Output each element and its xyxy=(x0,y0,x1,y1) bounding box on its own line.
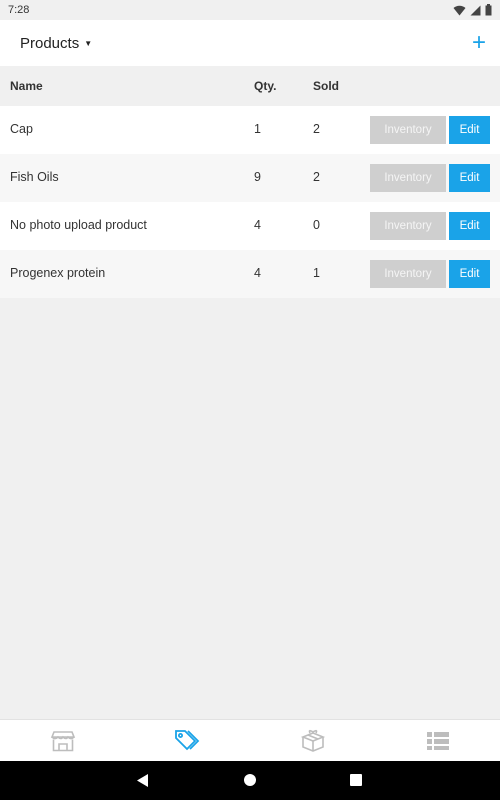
home-button[interactable] xyxy=(243,773,257,787)
inventory-button[interactable]: Inventory xyxy=(370,116,446,144)
inventory-button[interactable]: Inventory xyxy=(370,164,446,192)
product-name: Cap xyxy=(10,122,33,136)
product-sold: 0 xyxy=(313,218,320,232)
column-header-qty: Qty. xyxy=(254,79,277,93)
gift-box-icon xyxy=(300,729,325,752)
product-sold: 2 xyxy=(313,122,320,136)
edit-button[interactable]: Edit xyxy=(449,260,490,288)
product-name: Progenex protein xyxy=(10,266,106,280)
wifi-icon xyxy=(453,5,466,15)
table-row: Cap 1 2 Inventory Edit xyxy=(0,106,500,154)
table-row: Progenex protein 4 1 Inventory Edit xyxy=(0,250,500,298)
home-circle-icon xyxy=(244,774,256,786)
app-bar: Products ▼ + xyxy=(0,20,500,66)
product-sold: 1 xyxy=(313,266,320,280)
battery-icon xyxy=(485,4,492,16)
product-list: Cap 1 2 Inventory Edit Fish Oils 9 2 Inv… xyxy=(0,106,500,298)
column-header-name: Name xyxy=(10,79,43,93)
product-name: Fish Oils xyxy=(10,170,59,184)
recents-square-icon xyxy=(350,774,362,786)
edit-button[interactable]: Edit xyxy=(449,116,490,144)
recents-button[interactable] xyxy=(350,774,362,786)
store-icon xyxy=(50,730,75,751)
table-header: Name Qty. Sold xyxy=(0,66,500,106)
nav-list[interactable] xyxy=(375,720,500,761)
inventory-button[interactable]: Inventory xyxy=(370,212,446,240)
table-row: Fish Oils 9 2 Inventory Edit xyxy=(0,154,500,202)
back-button[interactable] xyxy=(136,773,150,788)
edit-button[interactable]: Edit xyxy=(449,212,490,240)
page-title: Products xyxy=(20,34,80,52)
product-qty: 4 xyxy=(254,266,261,280)
add-product-button[interactable]: + xyxy=(472,31,486,55)
list-icon xyxy=(426,731,449,750)
product-qty: 4 xyxy=(254,218,261,232)
bottom-navigation xyxy=(0,719,500,761)
back-triangle-icon xyxy=(137,774,148,787)
edit-button[interactable]: Edit xyxy=(449,164,490,192)
inventory-button[interactable]: Inventory xyxy=(370,260,446,288)
product-sold: 2 xyxy=(313,170,320,184)
signal-icon xyxy=(470,5,481,15)
status-bar: 7:28 xyxy=(0,0,500,20)
nav-products[interactable] xyxy=(125,720,250,761)
product-qty: 1 xyxy=(254,122,261,136)
nav-gifts[interactable] xyxy=(250,720,375,761)
table-row: No photo upload product 4 0 Inventory Ed… xyxy=(0,202,500,250)
column-header-sold: Sold xyxy=(313,79,339,93)
products-dropdown[interactable]: Products ▼ xyxy=(20,35,92,52)
caret-down-icon: ▼ xyxy=(84,38,93,48)
status-time: 7:28 xyxy=(8,4,30,16)
product-qty: 9 xyxy=(254,170,261,184)
tags-icon xyxy=(174,729,199,750)
status-icons xyxy=(453,4,492,16)
nav-store[interactable] xyxy=(0,720,125,761)
product-name: No photo upload product xyxy=(10,218,147,232)
system-navigation-bar xyxy=(0,761,500,800)
